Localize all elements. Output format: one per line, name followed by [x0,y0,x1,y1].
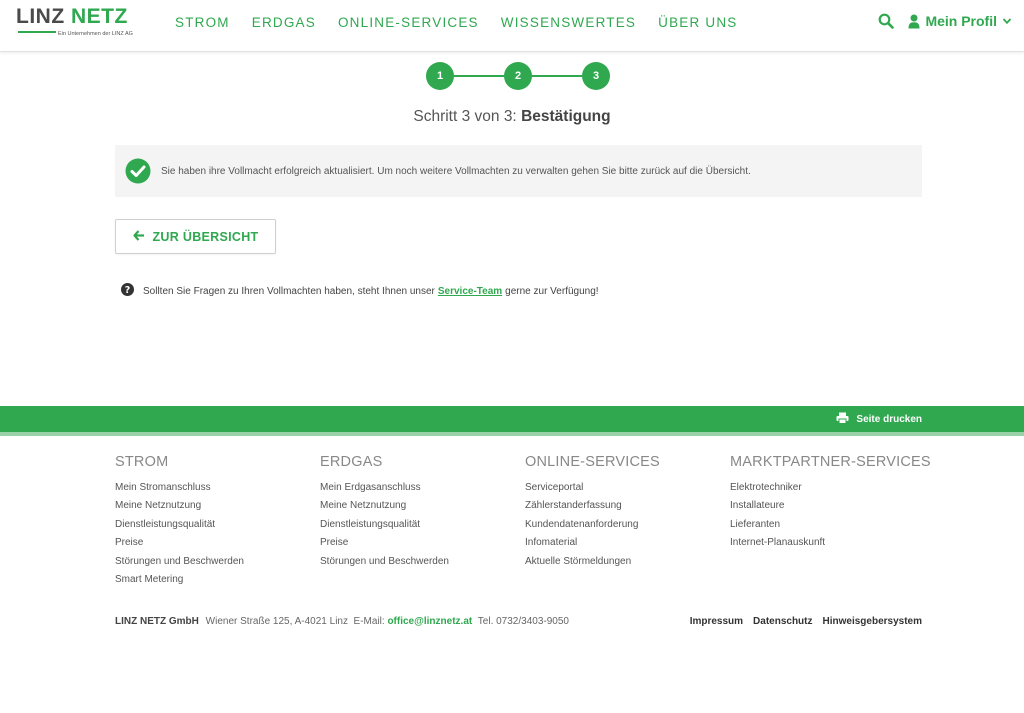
profile-menu[interactable]: Mein Profil [908,13,1012,29]
nav-wissenswertes[interactable]: WISSENSWERTES [501,15,636,30]
email-label: E-Mail: [353,616,385,627]
help-line: ? Sollten Sie Fragen zu Ihren Vollmachte… [121,283,599,299]
footer-columns: STROM Mein Stromanschluss Meine Netznutz… [115,454,935,592]
footer-link[interactable]: Internet-Planauskunft [730,537,935,555]
footer-col-strom: STROM Mein Stromanschluss Meine Netznutz… [115,454,320,592]
print-label: Seite drucken [856,414,922,425]
help-text-after: gerne zur Verfügung! [505,285,599,297]
progress-stepper: 1 2 3 [426,62,610,90]
profile-label: Mein Profil [925,13,997,29]
print-band: Seite drucken [0,406,1024,432]
footer-link[interactable]: Serviceportal [525,482,730,500]
footer-link[interactable]: Meine Netznutzung [320,500,525,518]
footer-col-title: STROM [115,454,169,470]
search-icon[interactable] [878,13,895,29]
footer-col-title: ONLINE-SERVICES [525,454,660,470]
nav-ueber-uns[interactable]: ÜBER UNS [658,15,737,30]
footer-link[interactable]: Mein Erdgasanschluss [320,482,525,500]
footer-col-erdgas: ERDGAS Mein Erdgasanschluss Meine Netznu… [320,454,525,592]
linz-netz-logo[interactable]: LINZ NETZ Ein Unternehmen der LINZ AG [16,6,156,46]
footer-link[interactable]: Infomaterial [525,537,730,555]
footer-link[interactable]: Dienstleistungsqualität [320,519,525,537]
company-address: Wiener Straße 125, A-4021 Linz [205,616,348,627]
footer-col-online-services: ONLINE-SERVICES Serviceportal Zählerstan… [525,454,730,592]
back-to-overview-button[interactable]: ZUR ÜBERSICHT [115,219,276,254]
footer-link[interactable]: Lieferanten [730,519,935,537]
footer-link[interactable]: Störungen und Beschwerden [320,556,525,574]
step-2: 2 [504,62,532,90]
footer-contact: LINZ NETZ GmbH Wiener Straße 125, A-4021… [115,616,569,627]
step-1: 1 [426,62,454,90]
footer-link[interactable]: Elektrotechniker [730,482,935,500]
step-connector [454,75,504,77]
main-nav: STROM ERDGAS ONLINE-SERVICES WISSENSWERT… [175,15,760,30]
footer-link[interactable]: Dienstleistungsqualität [115,519,320,537]
band-underline [0,432,1024,436]
legal-links: Impressum Datenschutz Hinweisgebersystem [690,616,922,627]
check-circle-icon [125,158,151,184]
email-link[interactable]: office@linznetz.at [387,616,472,627]
logo-wordmark: LINZ NETZ [16,6,156,28]
user-icon [908,14,920,29]
footer-link[interactable]: Kundendatenanforderung [525,519,730,537]
footer-link[interactable]: Mein Stromanschluss [115,482,320,500]
company-name: LINZ NETZ GmbH [115,616,199,627]
print-page-button[interactable]: Seite drucken [836,412,922,427]
step-title-bold: Bestätigung [521,108,611,125]
chevron-down-icon [1002,16,1012,26]
datenschutz-link[interactable]: Datenschutz [753,616,812,627]
footer-col-title: ERDGAS [320,454,383,470]
step-3: 3 [582,62,610,90]
step-title-prefix: Schritt 3 von 3: [413,108,522,125]
help-text-before: Sollten Sie Fragen zu Ihren Vollmachten … [143,285,435,297]
logo-subtitle: Ein Unternehmen der LINZ AG [58,31,133,37]
arrow-left-icon [132,228,145,246]
footer-col-title: MARKTPARTNER-SERVICES [730,454,931,470]
success-message-box: Sie haben ihre Vollmacht erfolgreich akt… [115,145,922,197]
svg-text:?: ? [125,285,131,296]
logo-netz: NETZ [71,5,128,28]
footer-link[interactable]: Aktuelle Störmeldungen [525,556,730,574]
impressum-link[interactable]: Impressum [690,616,743,627]
printer-icon [836,412,849,427]
nav-online-services[interactable]: ONLINE-SERVICES [338,15,479,30]
footer-link[interactable]: Smart Metering [115,574,320,592]
site-header: LINZ NETZ Ein Unternehmen der LINZ AG ST… [0,0,1024,52]
logo-bar [18,31,56,33]
phone-number: Tel. 0732/3403-9050 [477,616,569,627]
logo-linz: LINZ [16,5,65,28]
footer-link[interactable]: Installateure [730,500,935,518]
footer-link[interactable]: Meine Netznutzung [115,500,320,518]
footer-link[interactable]: Preise [320,537,525,555]
footer-link[interactable]: Zählerstanderfassung [525,500,730,518]
hinweisgebersystem-link[interactable]: Hinweisgebersystem [823,616,923,627]
success-text: Sie haben ihre Vollmacht erfolgreich akt… [161,165,751,177]
footer-link[interactable]: Preise [115,537,320,555]
footer-link[interactable]: Störungen und Beschwerden [115,556,320,574]
header-actions: Mein Profil [878,13,1012,29]
question-circle-icon: ? [121,283,134,299]
nav-erdgas[interactable]: ERDGAS [252,15,316,30]
nav-strom[interactable]: STROM [175,15,230,30]
footer-col-marktpartner: MARKTPARTNER-SERVICES Elektrotechniker I… [730,454,935,592]
step-title: Schritt 3 von 3: Bestätigung [0,108,1024,126]
step-connector [532,75,582,77]
service-team-link[interactable]: Service-Team [438,286,502,297]
back-button-label: ZUR ÜBERSICHT [152,229,259,244]
